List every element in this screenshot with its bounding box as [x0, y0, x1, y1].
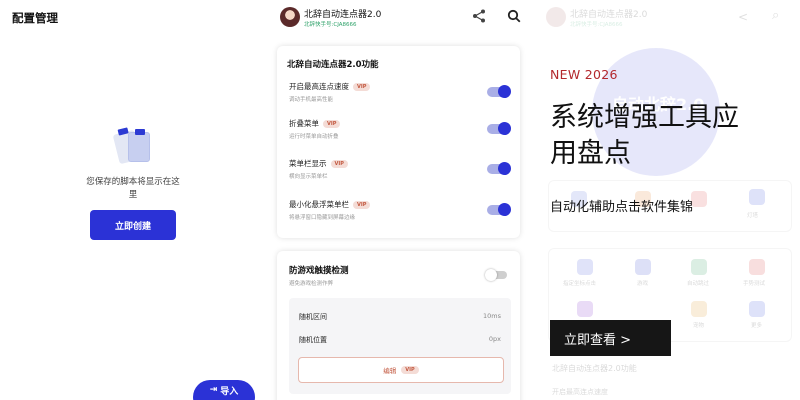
tap-icon: [577, 259, 593, 275]
feature-name: 开启最高连点速度: [289, 82, 349, 91]
app-header: 北辞自动连点器2.0 北辞快手号:CJA8666: [270, 0, 530, 36]
feature-item: 折叠菜单 VIP 运行时菜单自动折叠: [289, 118, 511, 146]
gesture-icon: [749, 259, 765, 275]
setting-label: 随机位置: [299, 336, 327, 344]
avatar[interactable]: [280, 7, 300, 27]
vip-badge: VIP: [323, 119, 341, 128]
feature-toggle[interactable]: [487, 122, 511, 135]
setting-row[interactable]: 随机位置 0px: [299, 335, 501, 345]
vip-badge: VIP: [330, 159, 348, 168]
pet-icon: [691, 301, 707, 317]
app-name: 北辞自动连点器2.0: [570, 10, 648, 20]
view-now-button[interactable]: 立即查看 >: [550, 320, 671, 356]
vip-badge: VIP: [353, 200, 371, 209]
toggle-knob: [498, 122, 511, 135]
feature-name: 菜单栏显示: [289, 159, 327, 168]
features-card: 北辞自动连点器2.0功能 开启最高连点速度 VIP 调动手机最高性能 折叠菜单 VI…: [277, 46, 520, 238]
toggle-knob: [498, 85, 511, 98]
feature-toggle[interactable]: [487, 85, 511, 98]
import-button[interactable]: ⇥ 导入: [193, 380, 255, 400]
grid-label: 宠物: [693, 323, 705, 329]
ghost-footer-title: 北辞自动连点器2.0功能: [552, 364, 637, 373]
ghost-footer-item: 开启最高连点速度: [552, 388, 608, 396]
page-title: 配置管理: [12, 11, 58, 25]
grid-label: 指定坐标点击: [563, 281, 597, 287]
search-icon[interactable]: [507, 9, 521, 23]
import-label: 导入: [220, 386, 239, 397]
feature-desc: 运行时菜单自动折叠: [289, 134, 339, 140]
toggle-knob: [498, 203, 511, 216]
more-icon: [749, 301, 765, 317]
edit-label: 编辑: [383, 367, 397, 375]
promo-tag: NEW 2026: [550, 67, 618, 82]
features-card-title: 北辞自动连点器2.0功能: [287, 60, 379, 70]
toggle-knob: [485, 269, 497, 281]
promo-subheadline: 自动化辅助点击软件集锦: [550, 200, 694, 215]
grid-label: 灯塔: [747, 213, 759, 219]
grid-label: 游戏: [637, 281, 649, 287]
setting-value: 0px: [488, 335, 501, 343]
anti-detect-title: 防游戏触摸检测: [289, 266, 349, 276]
feature-desc: 将悬浮窗口隐藏到屏幕边缘: [289, 215, 356, 221]
anti-detect-toggle[interactable]: [485, 269, 507, 281]
feature-toggle[interactable]: [487, 203, 511, 216]
anti-detect-desc: 避免游戏检测作弊: [289, 281, 334, 287]
grid-label: 自动跳过: [687, 281, 710, 287]
create-button[interactable]: 立即创建: [90, 210, 176, 240]
edit-button[interactable]: 编辑 VIP: [298, 357, 504, 383]
vip-badge: VIP: [353, 82, 371, 91]
feature-item: 菜单栏显示 VIP 横向显示菜单栏: [289, 158, 511, 186]
game-icon: [635, 259, 651, 275]
feature-desc: 横向显示菜单栏: [289, 174, 328, 180]
import-icon: ⇥: [209, 385, 218, 395]
app-subtitle: 北辞快手号:CJA8666: [304, 22, 357, 28]
promo-headline: 系统增强工具应用盘点: [550, 102, 739, 169]
config-panel: 配置管理 您保存的脚本将显示在这里 立即创建 ⇥ 导入: [0, 0, 265, 400]
features-panel: 北辞自动连点器2.0 北辞快手号:CJA8666 北辞自动连点器2.0功能 开启…: [270, 0, 530, 400]
setting-row[interactable]: 随机区间 10ms: [299, 312, 501, 322]
promo-banner: 北辞自动连点器2.0 北辞快手号:CJA8666 < ⌕ 自动北辞2.0 灯塔 …: [540, 0, 800, 400]
setting-label: 随机区间: [299, 313, 327, 321]
feature-item: 开启最高连点速度 VIP 调动手机最高性能: [289, 81, 511, 109]
lighthouse-icon: [749, 189, 765, 205]
search-icon: ⌕: [772, 8, 780, 23]
grid-label: 手势测试: [743, 281, 766, 287]
grid-icon: [691, 191, 707, 207]
empty-state-text: 您保存的脚本将显示在这里: [86, 177, 180, 200]
settings-box: 随机区间 10ms 随机位置 0px 编辑 VIP: [289, 298, 511, 394]
app-subtitle: 北辞快手号:CJA8666: [570, 22, 623, 28]
setting-value: 10ms: [483, 312, 501, 320]
app-name: 北辞自动连点器2.0: [304, 10, 382, 20]
feature-desc: 调动手机最高性能: [289, 97, 334, 103]
feature-name: 最小化悬浮菜单栏: [289, 200, 349, 209]
feature-name: 折叠菜单: [289, 119, 319, 128]
clipboard-icon: [112, 124, 156, 166]
screen: 配置管理 您保存的脚本将显示在这里 立即创建 ⇥ 导入 北辞自动连点器2.0 北…: [0, 0, 800, 400]
grid-label: 更多: [751, 323, 763, 329]
feature-item: 最小化悬浮菜单栏 VIP 将悬浮窗口隐藏到屏幕边缘: [289, 199, 511, 227]
avatar: [546, 7, 566, 27]
skip-icon: [691, 259, 707, 275]
share-icon: <: [738, 10, 749, 24]
grid-icon: [577, 301, 593, 317]
toggle-knob: [498, 162, 511, 175]
share-icon[interactable]: [472, 9, 486, 23]
vip-badge: VIP: [401, 366, 419, 374]
feature-toggle[interactable]: [487, 162, 511, 175]
anti-detect-card: 防游戏触摸检测 避免游戏检测作弊 随机区间 10ms 随机位置 0px 编辑 V…: [277, 251, 520, 400]
